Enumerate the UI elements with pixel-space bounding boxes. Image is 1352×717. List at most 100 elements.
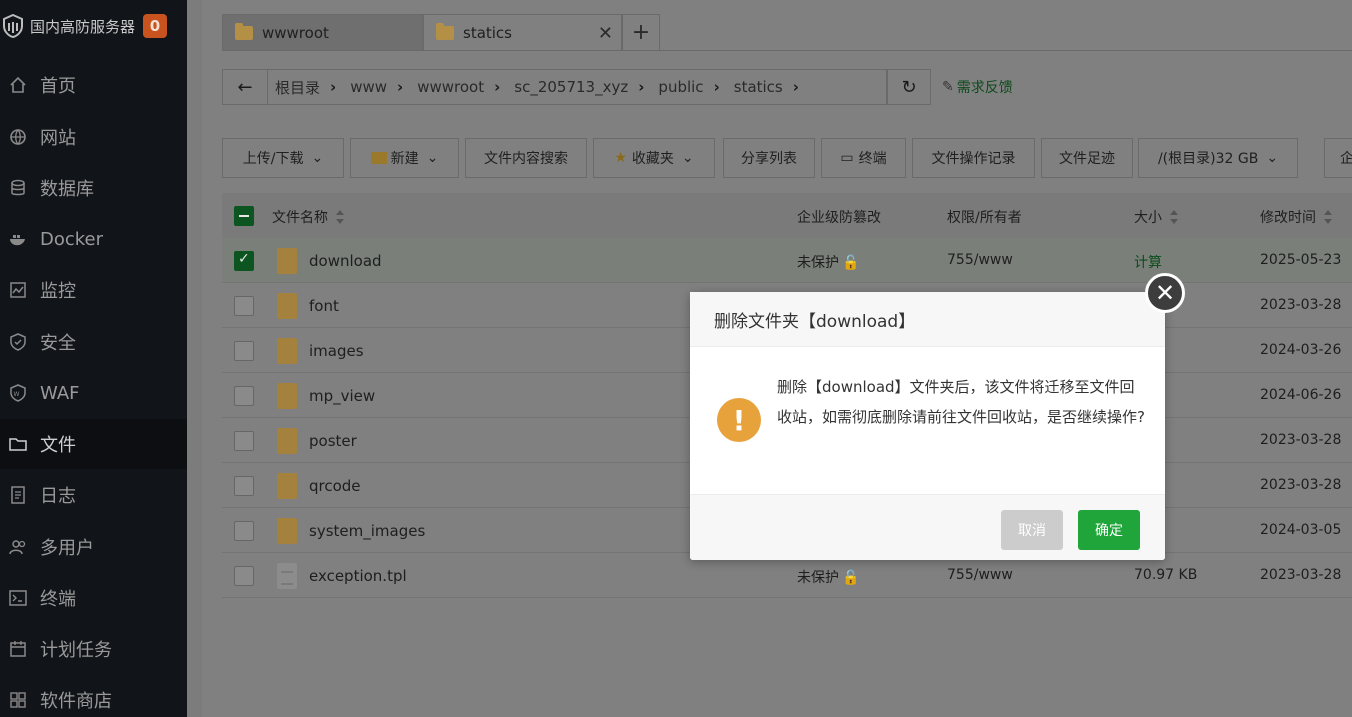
sidebar-item-monitor[interactable]: 监控 <box>0 265 187 315</box>
button-label: 企 <box>1340 151 1352 167</box>
row-checkbox[interactable] <box>234 386 254 406</box>
footprint-button[interactable]: 文件足迹 <box>1041 138 1133 178</box>
add-tab-button[interactable]: + <box>622 14 660 51</box>
sort-icon <box>1170 210 1178 224</box>
button-label: 分享列表 <box>741 151 797 167</box>
file-name[interactable]: download <box>309 252 382 270</box>
protect-status[interactable]: 未保护 🔓 <box>797 567 859 587</box>
modified-time: 2025-05-23 <box>1260 252 1342 268</box>
sidebar-item-label: WAF <box>40 382 80 404</box>
folder-icon <box>277 473 297 499</box>
sidebar-item-label: 终端 <box>40 589 76 610</box>
sidebar-item-label: 监控 <box>40 281 76 302</box>
row-checkbox[interactable] <box>234 296 254 316</box>
folder-icon <box>235 22 253 40</box>
sidebar-item-waf[interactable]: W WAF <box>0 368 187 418</box>
select-all-checkbox[interactable] <box>234 206 254 226</box>
calculate-size-link[interactable]: 计算 <box>1134 252 1162 272</box>
column-size-header[interactable]: 大小 <box>1134 207 1178 227</box>
close-tab-icon[interactable]: ✕ <box>598 23 613 44</box>
file-name[interactable]: images <box>309 342 364 360</box>
file-name[interactable]: poster <box>309 432 357 450</box>
file-name[interactable]: mp_view <box>309 387 375 405</box>
dialog-message: 删除【download】文件夹后，该文件将迁移至文件回收站，如需彻底删除请前往文… <box>777 378 1145 426</box>
breadcrumb-item[interactable]: wwwroot <box>417 78 484 96</box>
delete-folder-dialog: 删除文件夹【download】 ! 删除【download】文件夹后，该文件将迁… <box>690 292 1165 560</box>
permission-owner[interactable]: 755/www <box>947 567 1013 583</box>
operation-log-button[interactable]: 文件操作记录 <box>912 138 1035 178</box>
refresh-button[interactable]: ↻ <box>887 69 931 105</box>
apps-icon <box>8 690 28 710</box>
sidebar-item-docker[interactable]: Docker <box>0 214 187 264</box>
plus-icon: + <box>631 20 651 45</box>
breadcrumb-item[interactable]: public <box>658 78 703 96</box>
dialog-footer: 取消 确定 <box>690 494 1165 560</box>
confirm-button[interactable]: 确定 <box>1078 510 1140 550</box>
breadcrumb-item[interactable]: www <box>350 78 387 96</box>
sidebar-item-label: 日志 <box>40 486 76 507</box>
edit-icon: ✎ <box>942 79 954 95</box>
row-checkbox[interactable] <box>234 251 254 271</box>
sidebar-item-users[interactable]: 多用户 <box>0 522 187 572</box>
tab-wwwroot[interactable]: wwwroot <box>222 14 423 51</box>
breadcrumb-item[interactable]: sc_205713_xyz <box>514 78 628 96</box>
sidebar-item-cron[interactable]: 计划任务 <box>0 624 187 674</box>
tab-label: statics <box>463 23 512 42</box>
new-button[interactable]: 新建 ⌄ <box>350 138 459 178</box>
row-checkbox[interactable] <box>234 566 254 586</box>
tab-statics[interactable]: statics ✕ <box>423 14 622 51</box>
chevron-right-icon: › <box>713 78 720 96</box>
button-label: 收藏夹 <box>631 151 674 167</box>
unlock-icon: 🔓 <box>842 255 860 271</box>
content-search-button[interactable]: 文件内容搜索 <box>465 138 587 178</box>
close-dialog-icon[interactable]: ✕ <box>1145 273 1185 313</box>
sidebar-item-security[interactable]: 安全 <box>0 317 187 367</box>
file-name[interactable]: exception.tpl <box>309 567 407 585</box>
notification-badge[interactable]: 0 <box>143 14 168 38</box>
back-button[interactable]: ← <box>223 70 268 104</box>
share-list-button[interactable]: 分享列表 <box>723 138 815 178</box>
more-button[interactable]: 企 <box>1324 138 1352 178</box>
chevron-right-icon: › <box>792 78 799 96</box>
row-checkbox[interactable] <box>234 521 254 541</box>
sidebar-item-files[interactable]: 文件 <box>0 419 187 469</box>
file-name[interactable]: system_images <box>309 522 425 540</box>
sidebar-item-label: 安全 <box>40 333 76 354</box>
sidebar-item-label: 网站 <box>40 128 76 149</box>
table-row[interactable]: download 未保护🔓 755/www 计算 2025-05-23 <box>222 238 1352 283</box>
row-checkbox[interactable] <box>234 431 254 451</box>
file-name[interactable]: font <box>309 297 339 315</box>
feedback-link[interactable]: ✎ 需求反馈 <box>942 77 1013 97</box>
disk-select[interactable]: /(根目录)32 GB ⌄ <box>1138 138 1298 178</box>
chevron-right-icon: › <box>638 78 645 96</box>
modified-time: 2024-03-05 <box>1260 522 1342 538</box>
protect-status[interactable]: 未保护 🔓 <box>797 252 859 272</box>
column-name-header[interactable]: 文件名称 <box>272 207 344 227</box>
row-checkbox[interactable] <box>234 341 254 361</box>
header-label: 权限/所有者 <box>947 210 1022 226</box>
column-mtime-header[interactable]: 修改时间 <box>1260 207 1332 227</box>
button-label: 文件足迹 <box>1059 151 1115 167</box>
breadcrumb-item[interactable]: statics <box>734 78 783 96</box>
file-name[interactable]: qrcode <box>309 477 361 495</box>
sidebar-item-label: Docker <box>40 228 104 250</box>
cancel-button[interactable]: 取消 <box>1001 510 1063 550</box>
star-icon: ★ <box>614 150 627 166</box>
row-checkbox[interactable] <box>234 476 254 496</box>
favorites-button[interactable]: ★ 收藏夹 ⌄ <box>593 138 715 178</box>
modified-time: 2023-03-28 <box>1260 567 1342 583</box>
sidebar-item-logs[interactable]: 日志 <box>0 470 187 520</box>
header-label: 大小 <box>1134 210 1162 226</box>
permission-owner[interactable]: 755/www <box>947 252 1013 268</box>
sidebar-item-database[interactable]: 数据库 <box>0 163 187 213</box>
upload-download-button[interactable]: 上传/下载 ⌄ <box>222 138 344 178</box>
folder-icon <box>436 22 454 40</box>
sidebar-item-home[interactable]: 首页 <box>0 60 187 110</box>
sidebar-item-website[interactable]: 网站 <box>0 112 187 162</box>
unlock-icon: 🔓 <box>842 570 860 586</box>
terminal-button[interactable]: ▭ 终端 <box>821 138 906 178</box>
home-icon <box>8 75 28 95</box>
sidebar-item-store[interactable]: 软件商店 <box>0 675 187 717</box>
sidebar-item-terminal[interactable]: 终端 <box>0 573 187 623</box>
breadcrumb-item[interactable]: 根目录 <box>275 77 320 98</box>
